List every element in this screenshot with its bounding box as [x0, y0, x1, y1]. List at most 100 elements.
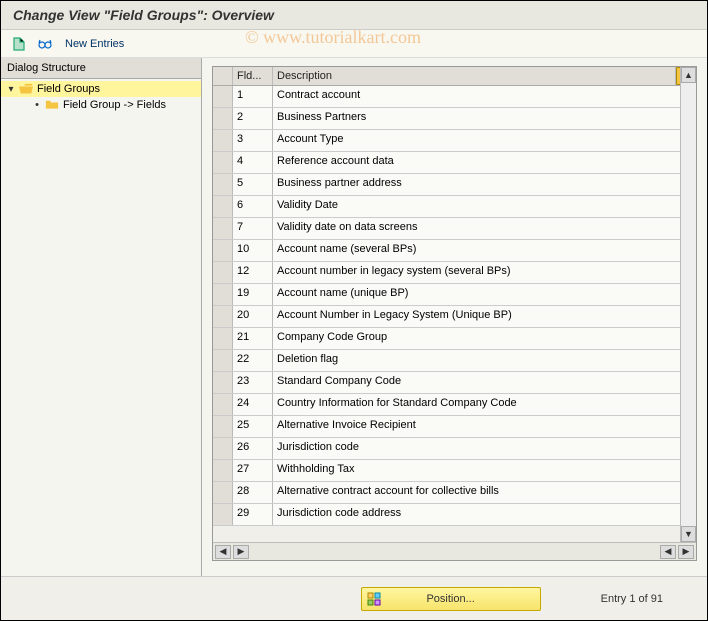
cell-fld[interactable]: 27: [233, 460, 273, 481]
row-selector[interactable]: [213, 416, 233, 437]
sidebar-header: Dialog Structure: [1, 58, 201, 79]
tree-label: Field Groups: [37, 83, 100, 95]
row-selector[interactable]: [213, 240, 233, 261]
cell-description[interactable]: Jurisdiction code address: [273, 504, 696, 525]
row-selector[interactable]: [213, 504, 233, 525]
cell-fld[interactable]: 1: [233, 86, 273, 107]
table-header-row: Fld... Description: [213, 67, 696, 86]
cell-description[interactable]: Country Information for Standard Company…: [273, 394, 696, 415]
scroll-track[interactable]: [681, 83, 696, 526]
row-selector[interactable]: [213, 130, 233, 151]
cell-fld[interactable]: 29: [233, 504, 273, 525]
cell-description[interactable]: Account number in legacy system (several…: [273, 262, 696, 283]
table-row: 2Business Partners: [213, 108, 696, 130]
cell-description[interactable]: Account name (unique BP): [273, 284, 696, 305]
cell-fld[interactable]: 10: [233, 240, 273, 261]
cell-description[interactable]: Account Type: [273, 130, 696, 151]
vertical-scrollbar[interactable]: ▲ ▼: [680, 67, 696, 542]
cell-fld[interactable]: 28: [233, 482, 273, 503]
row-selector[interactable]: [213, 218, 233, 239]
table-row: 3Account Type: [213, 130, 696, 152]
column-header-description[interactable]: Description: [273, 67, 676, 85]
row-selector[interactable]: [213, 482, 233, 503]
cell-fld[interactable]: 3: [233, 130, 273, 151]
collapse-icon[interactable]: ▾: [5, 83, 17, 95]
row-selector[interactable]: [213, 174, 233, 195]
cell-fld[interactable]: 25: [233, 416, 273, 437]
table-row: 7Validity date on data screens: [213, 218, 696, 240]
other-view-icon[interactable]: [9, 35, 29, 53]
tree-node-field-groups[interactable]: ▾ Field Groups: [1, 81, 201, 97]
cell-fld[interactable]: 4: [233, 152, 273, 173]
cell-fld[interactable]: 7: [233, 218, 273, 239]
folder-closed-icon: [45, 99, 59, 111]
cell-fld[interactable]: 2: [233, 108, 273, 129]
table-row: 5Business partner address: [213, 174, 696, 196]
new-entries-button[interactable]: New Entries: [61, 38, 128, 50]
cell-fld[interactable]: 6: [233, 196, 273, 217]
row-selector[interactable]: [213, 460, 233, 481]
cell-description[interactable]: Alternative Invoice Recipient: [273, 416, 696, 437]
scroll-up-icon[interactable]: ▲: [681, 67, 696, 83]
table-row: 20Account Number in Legacy System (Uniqu…: [213, 306, 696, 328]
row-selector[interactable]: [213, 284, 233, 305]
row-selector[interactable]: [213, 306, 233, 327]
scroll-right-icon[interactable]: ▶: [233, 545, 249, 559]
cell-fld[interactable]: 5: [233, 174, 273, 195]
tree-label: Field Group -> Fields: [63, 99, 166, 111]
row-selector[interactable]: [213, 262, 233, 283]
cell-description[interactable]: Business Partners: [273, 108, 696, 129]
cell-fld[interactable]: 12: [233, 262, 273, 283]
glasses-icon[interactable]: [35, 35, 55, 53]
table-row: 12Account number in legacy system (sever…: [213, 262, 696, 284]
cell-fld[interactable]: 21: [233, 328, 273, 349]
cell-description[interactable]: Reference account data: [273, 152, 696, 173]
row-selector[interactable]: [213, 196, 233, 217]
cell-description[interactable]: Business partner address: [273, 174, 696, 195]
select-all-header[interactable]: [213, 67, 233, 85]
scroll-right-icon[interactable]: ▶: [678, 545, 694, 559]
table-row: 1Contract account: [213, 86, 696, 108]
scroll-down-icon[interactable]: ▼: [681, 526, 696, 542]
table-row: 10Account name (several BPs): [213, 240, 696, 262]
main-area: Dialog Structure ▾ Field Groups • Field …: [1, 58, 707, 578]
cell-fld[interactable]: 24: [233, 394, 273, 415]
content-area: Fld... Description 1Contract account2Bus…: [202, 58, 707, 578]
row-selector[interactable]: [213, 86, 233, 107]
position-icon: [366, 591, 382, 607]
row-selector[interactable]: [213, 350, 233, 371]
cell-fld[interactable]: 20: [233, 306, 273, 327]
cell-description[interactable]: Account Number in Legacy System (Unique …: [273, 306, 696, 327]
row-selector[interactable]: [213, 438, 233, 459]
cell-description[interactable]: Account name (several BPs): [273, 240, 696, 261]
tree-node-field-group-fields[interactable]: • Field Group -> Fields: [1, 97, 201, 113]
cell-description[interactable]: Alternative contract account for collect…: [273, 482, 696, 503]
cell-fld[interactable]: 22: [233, 350, 273, 371]
cell-description[interactable]: Validity date on data screens: [273, 218, 696, 239]
row-selector[interactable]: [213, 328, 233, 349]
cell-description[interactable]: Withholding Tax: [273, 460, 696, 481]
cell-description[interactable]: Validity Date: [273, 196, 696, 217]
cell-fld[interactable]: 23: [233, 372, 273, 393]
cell-description[interactable]: Contract account: [273, 86, 696, 107]
table-row: 24Country Information for Standard Compa…: [213, 394, 696, 416]
cell-fld[interactable]: 19: [233, 284, 273, 305]
row-selector[interactable]: [213, 152, 233, 173]
cell-fld[interactable]: 26: [233, 438, 273, 459]
field-groups-table: Fld... Description 1Contract account2Bus…: [212, 66, 697, 561]
scroll-left-icon[interactable]: ◀: [660, 545, 676, 559]
column-header-fld[interactable]: Fld...: [233, 67, 273, 85]
row-selector[interactable]: [213, 108, 233, 129]
row-selector[interactable]: [213, 394, 233, 415]
row-selector[interactable]: [213, 372, 233, 393]
position-button-label: Position...: [426, 593, 474, 605]
cell-description[interactable]: Company Code Group: [273, 328, 696, 349]
horizontal-scrollbar[interactable]: ◀ ▶ ◀ ▶: [213, 542, 696, 560]
table-row: 29Jurisdiction code address: [213, 504, 696, 526]
cell-description[interactable]: Deletion flag: [273, 350, 696, 371]
scroll-left-icon[interactable]: ◀: [215, 545, 231, 559]
cell-description[interactable]: Jurisdiction code: [273, 438, 696, 459]
position-button[interactable]: Position...: [361, 587, 541, 611]
cell-description[interactable]: Standard Company Code: [273, 372, 696, 393]
table-row: 23Standard Company Code: [213, 372, 696, 394]
